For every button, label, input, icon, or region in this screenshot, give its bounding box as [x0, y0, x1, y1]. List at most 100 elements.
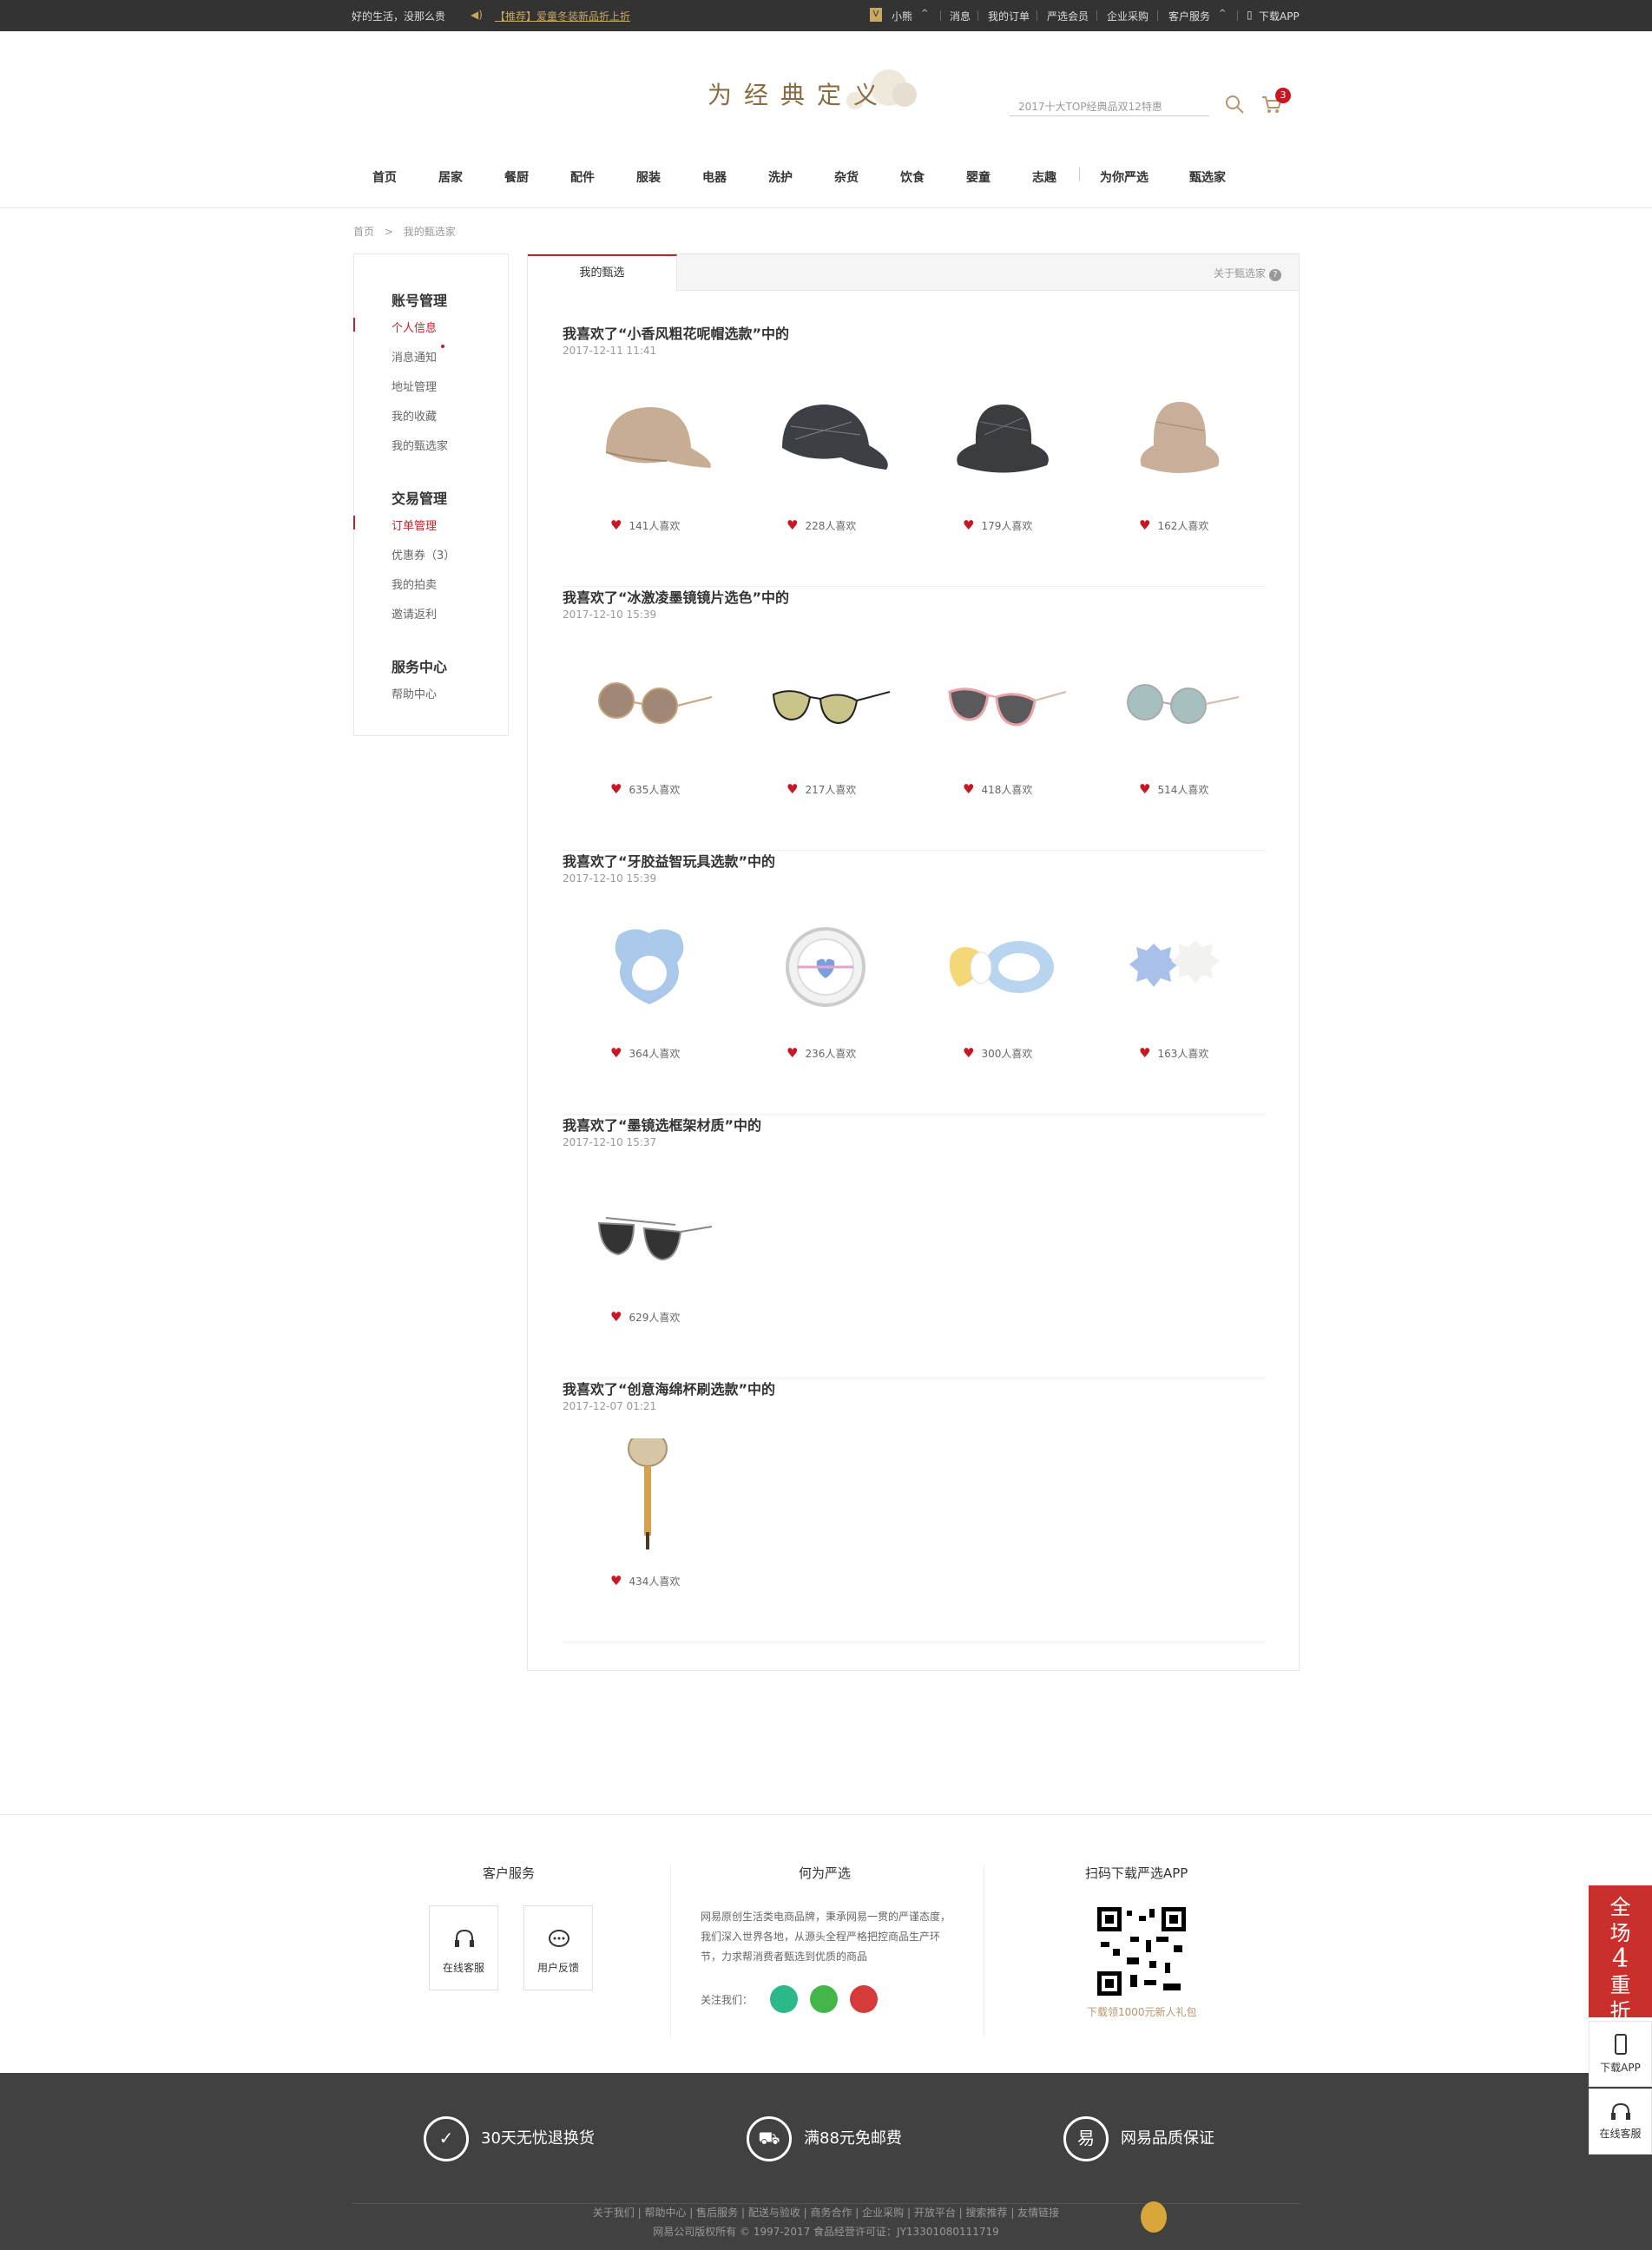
nav-electronics[interactable]: 电器 — [702, 168, 727, 186]
menu-item-notifications[interactable]: 消息通知 — [392, 348, 437, 365]
product-card[interactable]: ♥ 635人喜欢 — [563, 638, 736, 812]
product-image[interactable] — [756, 911, 895, 1023]
menu-item-coupons[interactable]: 优惠券（3） — [392, 546, 455, 562]
social-icon[interactable] — [770, 1985, 798, 2013]
product-card[interactable]: ♥ 418人喜欢 — [915, 638, 1089, 812]
product-image[interactable] — [756, 383, 895, 496]
nav-selectors[interactable]: 甄选家 — [1189, 168, 1226, 186]
membership-link[interactable]: 严选会员 — [1047, 9, 1089, 23]
heart-icon[interactable]: ♥ — [1139, 781, 1150, 797]
product-card[interactable]: ♥ 217人喜欢 — [739, 638, 912, 812]
breadcrumb-home[interactable]: 首页 — [353, 226, 374, 238]
heart-icon[interactable]: ♥ — [610, 781, 622, 797]
heart-icon[interactable]: ♥ — [963, 517, 974, 533]
heart-icon[interactable]: ♥ — [610, 1045, 622, 1061]
product-image[interactable] — [1109, 383, 1247, 496]
footer-links[interactable]: 关于我们 | 帮助中心 | 售后服务 | 配送与验收 | 商务合作 | 企业采购… — [0, 2205, 1652, 2220]
product-card[interactable]: ♥ 179人喜欢 — [915, 374, 1089, 548]
menu-item-my-selections[interactable]: 我的甄选家 — [392, 437, 448, 453]
product-image[interactable] — [1109, 911, 1247, 1023]
nav-apparel[interactable]: 服装 — [636, 168, 661, 186]
menu-item-profile[interactable]: 个人信息 — [392, 319, 437, 335]
nav-kitchen[interactable]: 餐厨 — [504, 168, 529, 186]
like-count[interactable]: ♥ 163人喜欢 — [1139, 1045, 1208, 1061]
nav-baby[interactable]: 婴童 — [966, 168, 991, 186]
wechat-icon[interactable] — [810, 1985, 838, 2013]
menu-item-invite[interactable]: 邀请返利 — [392, 605, 437, 622]
chevron-up-icon[interactable]: ^ — [1219, 9, 1226, 18]
download-app-link[interactable]: 下载APP — [1259, 9, 1300, 23]
search-icon[interactable] — [1224, 94, 1245, 115]
nav-care[interactable]: 洗护 — [768, 168, 793, 186]
product-image[interactable] — [580, 1438, 719, 1551]
app-gift-text[interactable]: 下载领1000元新人礼包 — [1087, 2004, 1197, 2019]
nav-accessories[interactable]: 配件 — [570, 168, 595, 186]
like-count[interactable]: ♥ 629人喜欢 — [610, 1309, 680, 1325]
heart-icon[interactable]: ♥ — [787, 517, 798, 533]
nav-misc[interactable]: 杂货 — [834, 168, 859, 186]
nav-interest[interactable]: 志趣 — [1032, 168, 1056, 186]
product-card[interactable]: ♥ 364人喜欢 — [563, 902, 736, 1076]
like-count[interactable]: ♥ 228人喜欢 — [787, 517, 856, 533]
heart-icon[interactable]: ♥ — [1139, 517, 1150, 533]
product-image[interactable] — [932, 647, 1071, 760]
orders-link[interactable]: 我的订单 — [988, 9, 1030, 23]
nav-for-you[interactable]: 为你严选 — [1100, 168, 1149, 186]
like-count[interactable]: ♥ 364人喜欢 — [610, 1045, 680, 1061]
feedback-button[interactable]: 用户反馈 — [523, 1905, 593, 1990]
like-count[interactable]: ♥ 217人喜欢 — [787, 781, 856, 797]
menu-item-help[interactable]: 帮助中心 — [392, 685, 437, 701]
chevron-up-icon[interactable]: ^ — [921, 9, 928, 18]
heart-icon[interactable]: ♥ — [1139, 1045, 1150, 1061]
heart-icon[interactable]: ♥ — [787, 1045, 798, 1061]
phone-icon[interactable]: ▯ — [1247, 9, 1253, 21]
product-card[interactable]: ♥ 514人喜欢 — [1091, 638, 1265, 812]
like-count[interactable]: ♥ 300人喜欢 — [963, 1045, 1032, 1061]
menu-item-orders[interactable]: 订单管理 — [392, 516, 437, 533]
product-image[interactable] — [756, 647, 895, 760]
product-card[interactable]: ♥ 629人喜欢 — [563, 1166, 736, 1339]
online-service-button[interactable]: 在线客服 — [429, 1905, 498, 1990]
product-image[interactable] — [932, 383, 1071, 496]
heart-icon[interactable]: ♥ — [963, 781, 974, 797]
like-count[interactable]: ♥ 514人喜欢 — [1139, 781, 1208, 797]
product-image[interactable] — [932, 911, 1071, 1023]
float-online-service[interactable]: 在线客服 — [1589, 2089, 1652, 2155]
like-count[interactable]: ♥ 236人喜欢 — [787, 1045, 856, 1061]
product-card[interactable]: ♥ 228人喜欢 — [739, 374, 912, 548]
heart-icon[interactable]: ♥ — [787, 781, 798, 797]
product-image[interactable] — [580, 647, 719, 760]
messages-link[interactable]: 消息 — [950, 9, 971, 23]
user-name[interactable]: 小熊 — [892, 9, 912, 23]
nav-home-living[interactable]: 居家 — [438, 168, 463, 186]
float-promo-banner[interactable]: 全场4重折 — [1589, 1885, 1652, 2023]
nav-home[interactable]: 首页 — [372, 168, 397, 186]
menu-item-address[interactable]: 地址管理 — [392, 378, 437, 394]
enterprise-link[interactable]: 企业采购 — [1107, 9, 1149, 23]
product-card[interactable]: ♥ 162人喜欢 — [1091, 374, 1265, 548]
product-card[interactable]: ♥ 300人喜欢 — [915, 902, 1089, 1076]
user-avatar[interactable]: V — [870, 8, 882, 22]
customer-service-link[interactable]: 客户服务 — [1168, 9, 1210, 23]
like-count[interactable]: ♥ 141人喜欢 — [610, 517, 680, 533]
like-count[interactable]: ♥ 418人喜欢 — [963, 781, 1032, 797]
product-card[interactable]: ♥ 141人喜欢 — [563, 374, 736, 548]
heart-icon[interactable]: ♥ — [610, 1309, 622, 1325]
weibo-icon[interactable] — [850, 1985, 878, 2013]
product-image[interactable] — [580, 911, 719, 1023]
tab-my-selections[interactable]: 我的甄选 — [528, 254, 677, 292]
heart-icon[interactable]: ♥ — [610, 1573, 622, 1589]
product-image[interactable] — [1109, 647, 1247, 760]
about-selectors-link[interactable]: 关于甄选家? — [1214, 266, 1281, 281]
heart-icon[interactable]: ♥ — [963, 1045, 974, 1061]
search-input[interactable]: 2017十大TOP经典品双12特惠 — [1010, 90, 1209, 116]
license-badge-icon[interactable] — [1141, 2201, 1167, 2233]
like-count[interactable]: ♥ 179人喜欢 — [963, 517, 1032, 533]
promo-link[interactable]: 【推荐】爱童冬装新品折上折 — [495, 9, 630, 23]
like-count[interactable]: ♥ 635人喜欢 — [610, 781, 680, 797]
product-image[interactable] — [580, 1174, 719, 1287]
brand-slogan[interactable]: 为经典定义 — [708, 76, 890, 111]
float-download-app[interactable]: 下载APP — [1589, 2021, 1652, 2087]
product-card[interactable]: ♥ 236人喜欢 — [739, 902, 912, 1076]
heart-icon[interactable]: ♥ — [610, 517, 622, 533]
